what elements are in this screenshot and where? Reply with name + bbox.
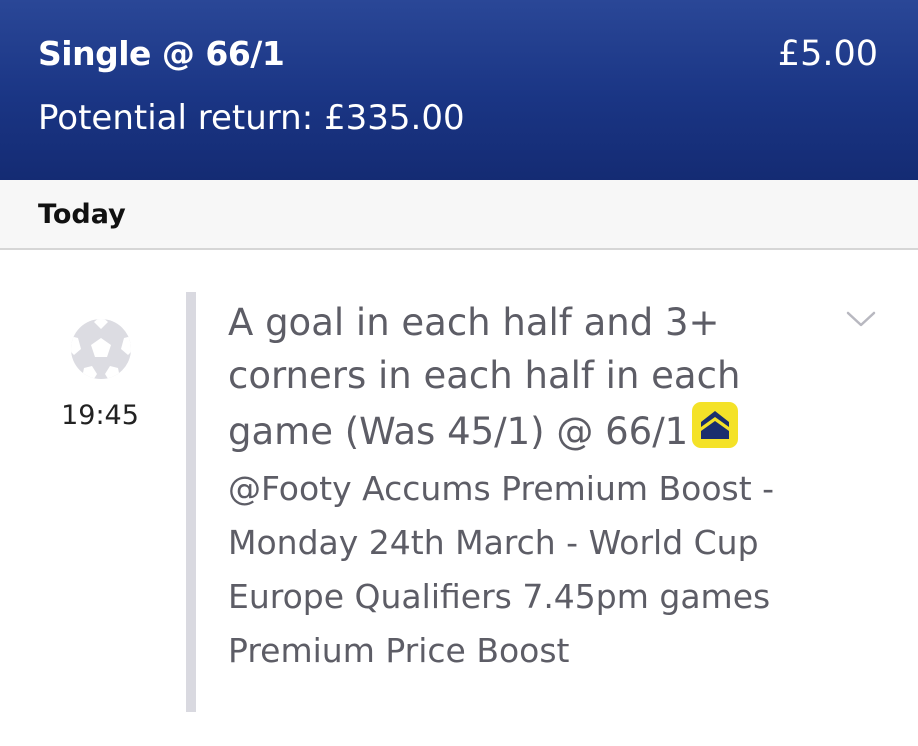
stake-amount: £5.00 — [777, 34, 878, 74]
football-icon — [70, 318, 132, 380]
bet-selection[interactable]: 19:45 A goal in each half and 3+ corners… — [0, 252, 918, 746]
price-boost-icon — [692, 402, 739, 448]
day-section-header: Today — [0, 180, 918, 250]
day-label: Today — [38, 199, 126, 230]
potential-return: Potential return: £335.00 — [38, 98, 465, 138]
selection-divider — [186, 292, 196, 712]
selection-description: @Footy Accums Premium Boost - Monday 24t… — [228, 469, 775, 670]
market-text: A goal in each half and 3+ corners in ea… — [228, 301, 741, 453]
chevron-down-icon[interactable] — [846, 310, 876, 328]
kickoff-time: 19:45 — [61, 400, 139, 431]
market-name: A goal in each half and 3+ corners in ea… — [228, 296, 788, 458]
bet-summary-header: Single @ 66/1 £5.00 Potential return: £3… — [0, 0, 918, 180]
bet-type-title: Single @ 66/1 — [38, 34, 285, 73]
